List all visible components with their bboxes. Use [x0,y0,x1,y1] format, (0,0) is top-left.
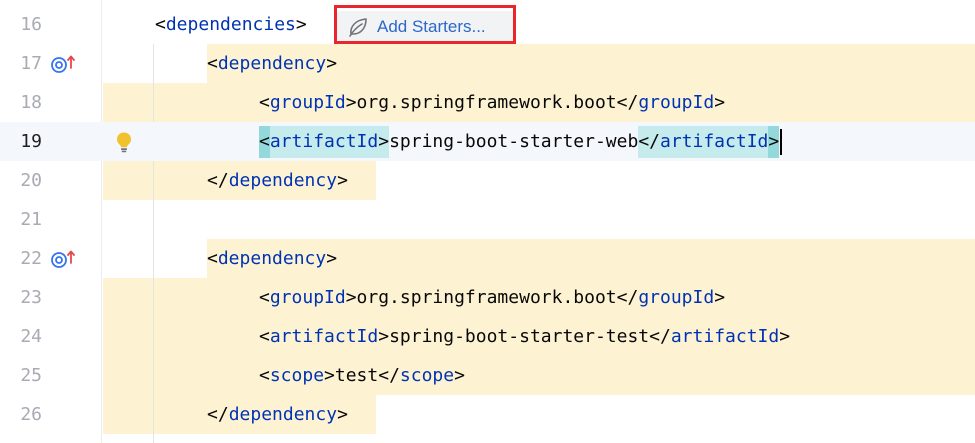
xml-text: < [207,53,218,74]
line-number: 26 [20,404,42,425]
xml-text: > [337,404,348,425]
xml-tag-name: dependency [217,53,327,74]
xml-tag-name: scope [269,365,325,386]
xml-text: > [454,365,465,386]
xml-text: </ [616,287,639,308]
xml-text: > [768,126,780,158]
code-text: <artifactId>spring-boot-starter-test</ar… [259,317,790,356]
line-number: 22 [20,248,42,269]
xml-text: </ [378,365,400,386]
line-number: 20 [20,170,42,191]
xml-tag-name: scope [399,365,455,386]
xml-text: > [337,170,348,191]
xml-tag-name: groupId [638,92,715,113]
lightbulb-icon[interactable] [115,131,133,153]
code-line[interactable]: 19 <artifactId>spring-boot-starter-web</a… [0,122,975,161]
xml-text: org.springframework.boot [356,92,617,113]
code-line[interactable]: 22 <dependency> [0,239,975,278]
xml-text: </ [207,170,229,191]
xml-text: > [378,126,390,158]
xml-text: < [259,92,270,113]
xml-text: > [324,365,335,386]
xml-text: spring-boot-starter-test [389,326,650,347]
xml-text: < [259,126,270,158]
code-line[interactable]: 25 <scope>test</scope> [0,356,975,395]
xml-text: < [259,326,270,347]
xml-text: > [714,92,726,113]
xml-tag-name: groupId [638,287,715,308]
xml-text: > [326,248,338,269]
xml-text: > [295,14,307,35]
code-line[interactable]: 20 </dependency> [0,161,975,200]
add-starters-inlay[interactable]: Add Starters... [337,11,515,42]
line-number: 19 [20,131,42,152]
xml-text: > [378,326,390,347]
xml-text: spring-boot-starter-web [389,131,639,152]
code-text: <dependency> [207,44,337,83]
xml-text: > [326,53,338,74]
xml-tag-name: artifactId [670,326,780,347]
override-method-icon[interactable] [50,54,76,74]
spring-leaf-icon [349,18,367,37]
line-number: 21 [20,209,42,230]
xml-text: > [779,326,791,347]
xml-tag-name: dependency [228,170,338,191]
line-number: 23 [20,287,42,308]
xml-text: > [345,287,357,308]
override-method-icon[interactable] [50,249,76,269]
xml-tag-name: artifactId [660,126,769,158]
code-line[interactable]: 18 <groupId>org.springframework.boot</gro… [0,83,975,122]
code-text: </dependency> [207,161,348,200]
xml-text: < [155,14,166,35]
line-number: 18 [20,92,42,113]
text-caret [780,129,783,155]
xml-text: < [259,365,270,386]
xml-text: < [259,287,270,308]
xml-tag-name: dependencies [165,14,296,35]
xml-text: > [345,92,357,113]
xml-tag-name: groupId [269,92,346,113]
code-text: <groupId>org.springframework.boot</group… [259,278,725,317]
code-text: <groupId>org.springframework.boot</group… [259,83,725,122]
xml-tag-name: groupId [269,287,346,308]
xml-tag-name: artifactId [269,326,379,347]
code-line[interactable]: 26 </dependency> [0,395,975,434]
xml-text: </ [638,126,660,158]
line-number: 25 [20,365,42,386]
add-starters-label: Add Starters... [377,17,486,36]
xml-text: > [714,287,726,308]
code-line[interactable]: 21 [0,200,975,239]
line-number: 16 [20,14,42,35]
xml-tag-name: dependency [217,248,327,269]
code-text: <dependency> [207,239,337,278]
xml-text: </ [207,404,229,425]
code-line[interactable]: 17 <dependency> [0,44,975,83]
xml-tag-name: dependency [228,404,338,425]
code-text: <artifactId>spring-boot-starter-web</art… [259,122,783,161]
xml-text: test [334,365,379,386]
code-text: </dependency> [207,395,348,434]
code-line[interactable]: 23 <groupId>org.springframework.boot</gro… [0,278,975,317]
xml-tag-name: artifactId [269,126,379,158]
code-line[interactable]: 24 <artifactId>spring-boot-starter-test</… [0,317,975,356]
line-number: 24 [20,326,42,347]
xml-text: </ [649,326,671,347]
xml-text: < [207,248,218,269]
line-number: 17 [20,53,42,74]
xml-text: org.springframework.boot [356,287,617,308]
xml-text: </ [616,92,639,113]
code-text: <dependencies> [155,5,307,44]
code-text: <scope>test</scope> [259,356,465,395]
code-editor[interactable]: 16 <dependencies> 17 <dependency> 18 <groupId… [0,0,975,443]
